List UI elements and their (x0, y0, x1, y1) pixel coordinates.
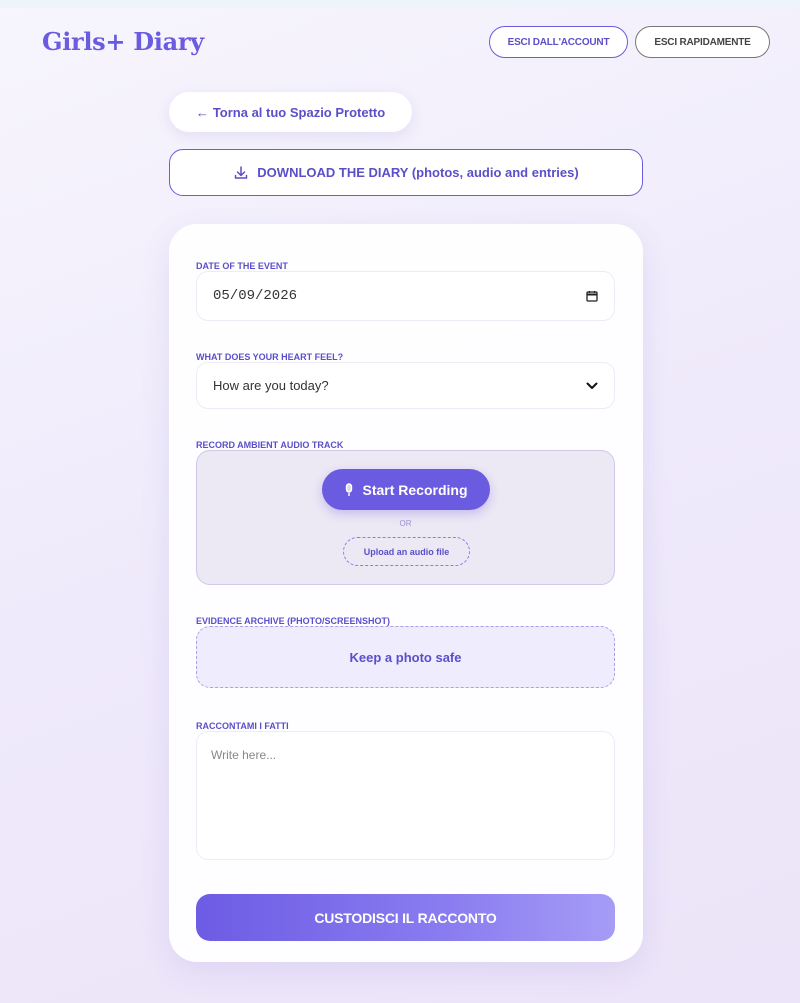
submit-story-button[interactable]: CUSTODISCI IL RACCONTO (196, 894, 615, 941)
audio-label: RECORD AMBIENT AUDIO TRACK (196, 440, 344, 450)
mood-label: WHAT DOES YOUR HEART FEEL? (196, 352, 344, 362)
mood-select[interactable]: How are you today? (196, 362, 615, 409)
date-label: DATE OF THE EVENT (196, 261, 288, 271)
date-value: 05/09/2026 (213, 288, 298, 304)
logout-button[interactable]: ESCI DALL'ACCOUNT (489, 26, 628, 58)
back-button-label: Torna al tuo Spazio Protetto (212, 104, 386, 120)
evidence-label: EVIDENCE ARCHIVE (PHOTO/SCREENSHOT) (196, 616, 391, 626)
upload-photo-button[interactable]: Keep a photo safe (196, 626, 615, 688)
microphone-icon (344, 482, 354, 497)
date-input[interactable]: 05/09/2026 (196, 271, 615, 321)
chevron-down-icon (586, 382, 598, 390)
arrow-left-icon: ← (195, 104, 209, 120)
story-textarea[interactable]: Write here... (196, 731, 615, 860)
mood-selected-value: How are you today? (213, 378, 329, 393)
back-to-space-button[interactable]: ← Torna al tuo Spazio Protetto (169, 92, 412, 132)
calendar-icon[interactable] (586, 290, 598, 302)
or-divider: OR (399, 519, 412, 528)
audio-recorder-panel: Start Recording OR Upload an audio file (196, 450, 615, 585)
download-label: DOWNLOAD THE DIARY (photos, audio and en… (257, 165, 579, 180)
start-recording-label: Start Recording (362, 481, 468, 498)
download-diary-button[interactable]: DOWNLOAD THE DIARY (photos, audio and en… (169, 149, 643, 196)
diary-entry-form: DATE OF THE EVENT 05/09/2026 WHAT DOES Y… (169, 224, 643, 962)
download-icon (233, 165, 249, 181)
upload-audio-button[interactable]: Upload an audio file (343, 537, 470, 566)
start-recording-button[interactable]: Start Recording (322, 469, 490, 510)
brand-title: Girls+ Diary (42, 27, 204, 56)
story-label: RACCONTAMI I FATTI (196, 721, 289, 731)
quick-exit-button[interactable]: ESCI RAPIDAMENTE (635, 26, 770, 58)
